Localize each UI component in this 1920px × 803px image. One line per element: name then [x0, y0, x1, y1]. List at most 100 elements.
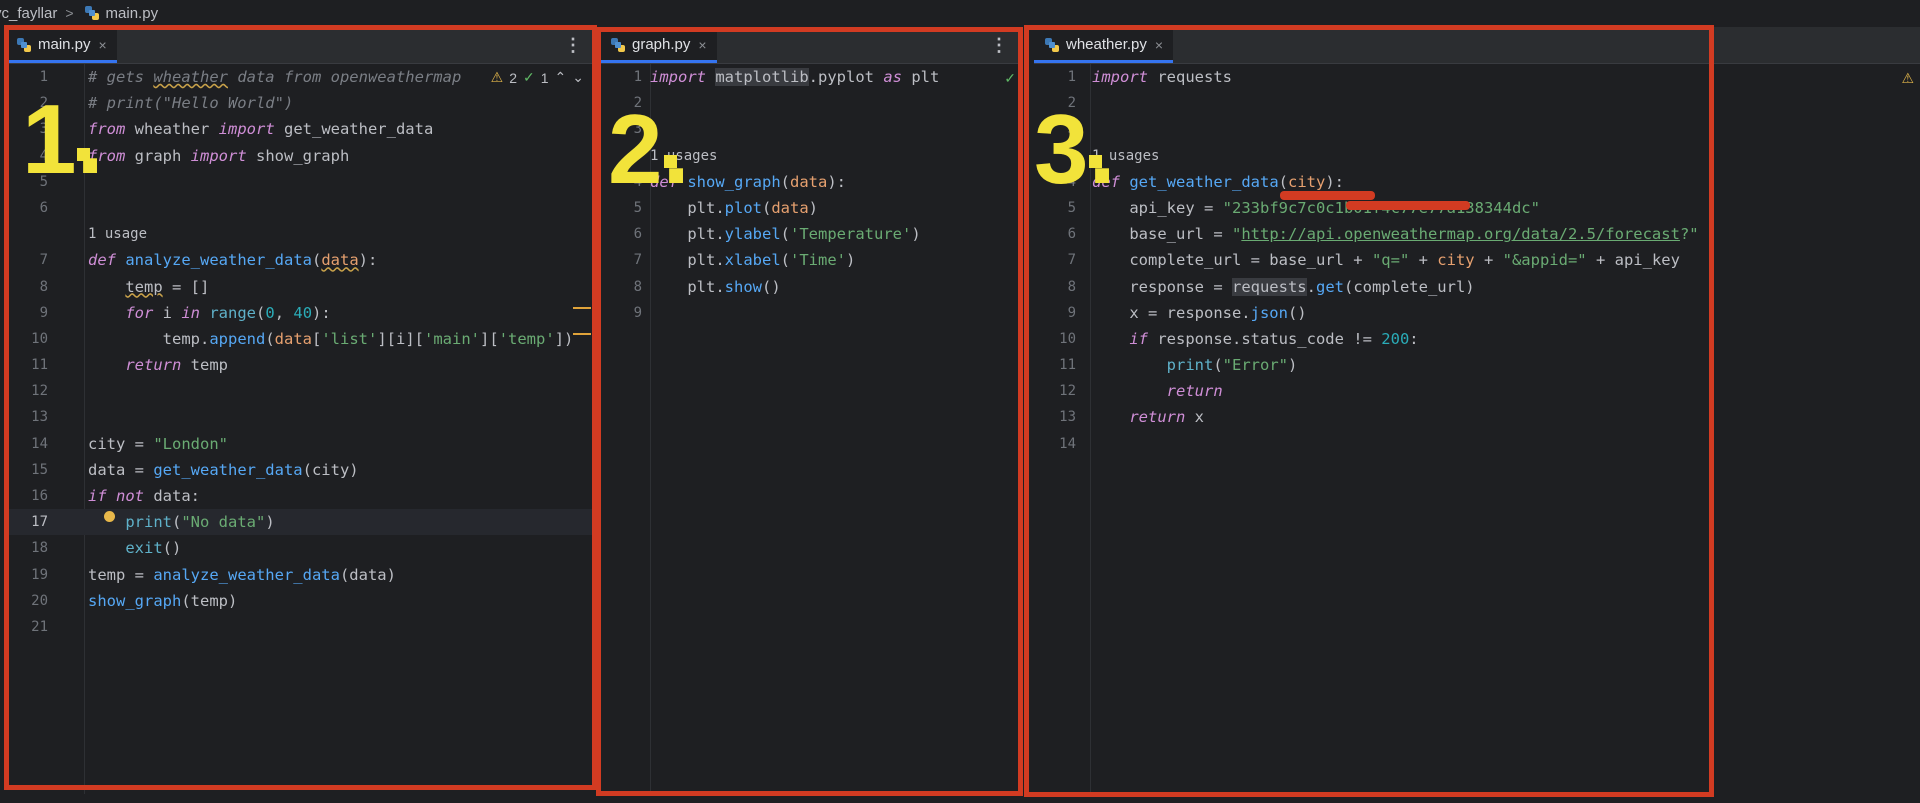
code-line[interactable]: 13 return x: [1034, 404, 1920, 430]
code-line[interactable]: 6 base_url = "http://api.openweathermap.…: [1034, 221, 1920, 247]
code-line[interactable]: 8 temp = []: [6, 274, 594, 300]
line-number: 7: [633, 252, 642, 269]
code-line[interactable]: 11 print("Error"): [1034, 352, 1920, 378]
code-line[interactable]: 12 return: [1034, 378, 1920, 404]
code-line[interactable]: 9 x = response.json(): [1034, 300, 1920, 326]
code-text: temp = []: [125, 277, 210, 296]
line-number: 21: [31, 618, 48, 635]
check-icon: ✓: [1004, 70, 1016, 86]
code-text: plt.ylabel('Temperature'): [650, 225, 921, 244]
code-line[interactable]: 8 plt.show(): [600, 274, 1020, 300]
code-line[interactable]: 11 return temp: [6, 352, 594, 378]
usage-hint[interactable]: 1 usages: [1034, 143, 1920, 169]
code-text: temp.append(data['list'][i]['main']['tem…: [88, 329, 574, 348]
close-icon[interactable]: ×: [99, 37, 107, 53]
code-line[interactable]: 19 temp = analyze_weather_data(data): [6, 562, 594, 588]
chevron-down-icon[interactable]: ⌄: [572, 69, 584, 86]
code-text: return x: [1129, 408, 1204, 427]
python-file-icon: [84, 6, 99, 20]
close-icon[interactable]: ×: [698, 37, 706, 53]
line-number: 14: [31, 435, 48, 452]
code-line[interactable]: 21: [6, 614, 594, 640]
line-number: 8: [1067, 278, 1076, 295]
inspection-widget[interactable]: ⚠ 2 ✓ 1 ⌃ ⌄: [491, 69, 584, 86]
line-number: 12: [31, 383, 48, 400]
line-number: 11: [31, 357, 48, 374]
code-line[interactable]: 13: [6, 404, 594, 430]
code-line[interactable]: 6 plt.ylabel('Temperature'): [600, 221, 1020, 247]
tab-label: graph.py: [632, 36, 691, 53]
line-number: 16: [31, 488, 48, 504]
line-number: 1: [633, 69, 642, 85]
code-line[interactable]: 9 for i in range(0, 40):: [6, 300, 594, 326]
code-text: base_url = "http://api.openweathermap.or…: [1092, 225, 1699, 244]
code-line[interactable]: 4 def get_weather_data(city):: [1034, 169, 1920, 195]
tab-graph-py[interactable]: graph.py ×: [600, 29, 717, 63]
line-number: 18: [31, 540, 48, 557]
annotation-dot: [664, 155, 677, 168]
annotation-number-3: 3.: [1034, 94, 1116, 204]
code-text: print("Error"): [1166, 356, 1298, 375]
code-line[interactable]: 12: [6, 378, 594, 404]
code-line[interactable]: 14 city = "London": [6, 431, 594, 457]
code-line[interactable]: 2: [1034, 90, 1920, 116]
code-line[interactable]: 6: [6, 195, 594, 221]
line-number: 14: [1059, 435, 1076, 452]
code-line[interactable]: 15 data = get_weather_data(city): [6, 457, 594, 483]
more-options-icon[interactable]: ⋮: [564, 35, 582, 56]
code-line[interactable]: 17 print("No data"): [6, 509, 594, 536]
breadcrumb-folder[interactable]: yc_fayllar: [0, 5, 57, 22]
tab-main-py[interactable]: main.py ×: [6, 29, 117, 63]
line-number: 9: [1067, 304, 1076, 321]
usage-hint[interactable]: 1 usage: [6, 221, 594, 247]
lightbulb-icon[interactable]: [104, 511, 115, 522]
usage-hint-text[interactable]: 1 usage: [88, 221, 147, 247]
line-number: 20: [31, 592, 48, 609]
line-number: 7: [1067, 252, 1076, 269]
code-line[interactable]: 1 import requests: [1034, 64, 1920, 90]
code-line[interactable]: 18 exit(): [6, 535, 594, 561]
line-number: 6: [1067, 226, 1076, 243]
python-file-icon: [1045, 37, 1059, 52]
code-text: x = response.json(): [1092, 303, 1307, 322]
line-number: 13: [1059, 409, 1076, 426]
annotation-number-1: 1.: [22, 84, 104, 194]
line-number: 13: [31, 409, 48, 426]
code-line[interactable]: 10 temp.append(data['list'][i]['main']['…: [6, 326, 594, 352]
code-text: return temp: [125, 356, 228, 375]
code-text: plt.show(): [650, 277, 781, 296]
annotation-dot: [77, 148, 90, 161]
editor-pane-wheather: wheather.py × 1 import requests 2 3 1 usages…: [1034, 27, 1920, 794]
code-line[interactable]: 7 def analyze_weather_data(data):: [6, 247, 594, 273]
code-line[interactable]: 1 import matplotlib.pyplot as plt: [600, 64, 1020, 90]
code-lines: 1 import requests 2 3 1 usages 4 def get_weath…: [1034, 64, 1920, 457]
code-text: temp = analyze_weather_data(data): [88, 565, 396, 584]
code-editor[interactable]: 1 import requests 2 3 1 usages 4 def get_weath…: [1034, 64, 1920, 794]
code-line[interactable]: 16 if not data:: [6, 483, 594, 509]
annotation-number-2: 2.: [608, 94, 690, 204]
code-line[interactable]: 9: [600, 300, 1020, 326]
code-line[interactable]: 7 plt.xlabel('Time'): [600, 247, 1020, 273]
tab-bar: main.py × ⋮: [6, 27, 594, 64]
tab-label: main.py: [38, 36, 91, 53]
code-text: if response.status_code != 200:: [1129, 329, 1419, 348]
breadcrumb-file[interactable]: main.py: [84, 5, 158, 22]
python-file-icon: [17, 37, 31, 52]
change-marker: [573, 333, 591, 335]
close-icon[interactable]: ×: [1155, 37, 1163, 53]
code-line[interactable]: 14: [1034, 431, 1920, 457]
breadcrumb: yc_fayllar > main.py: [0, 0, 1920, 26]
code-line[interactable]: 3: [1034, 116, 1920, 142]
code-line[interactable]: 20 show_graph(temp): [6, 588, 594, 614]
code-line[interactable]: 5 api_key = "233bf9c7c0c1b01f4c77e77a138…: [1034, 195, 1920, 221]
tab-wheather-py[interactable]: wheather.py ×: [1034, 29, 1174, 63]
code-line[interactable]: 7 complete_url = base_url + "q=" + city …: [1034, 247, 1920, 273]
code-line[interactable]: 10 if response.status_code != 200:: [1034, 326, 1920, 352]
code-text: complete_url = base_url + "q=" + city + …: [1092, 251, 1680, 270]
code-text: import matplotlib.pyplot as plt: [650, 68, 940, 86]
line-number: 8: [39, 278, 48, 295]
change-marker: [573, 307, 591, 309]
more-options-icon[interactable]: ⋮: [990, 35, 1008, 56]
chevron-up-icon[interactable]: ⌃: [555, 69, 567, 86]
code-line[interactable]: 8 response = requests.get(complete_url): [1034, 274, 1920, 300]
